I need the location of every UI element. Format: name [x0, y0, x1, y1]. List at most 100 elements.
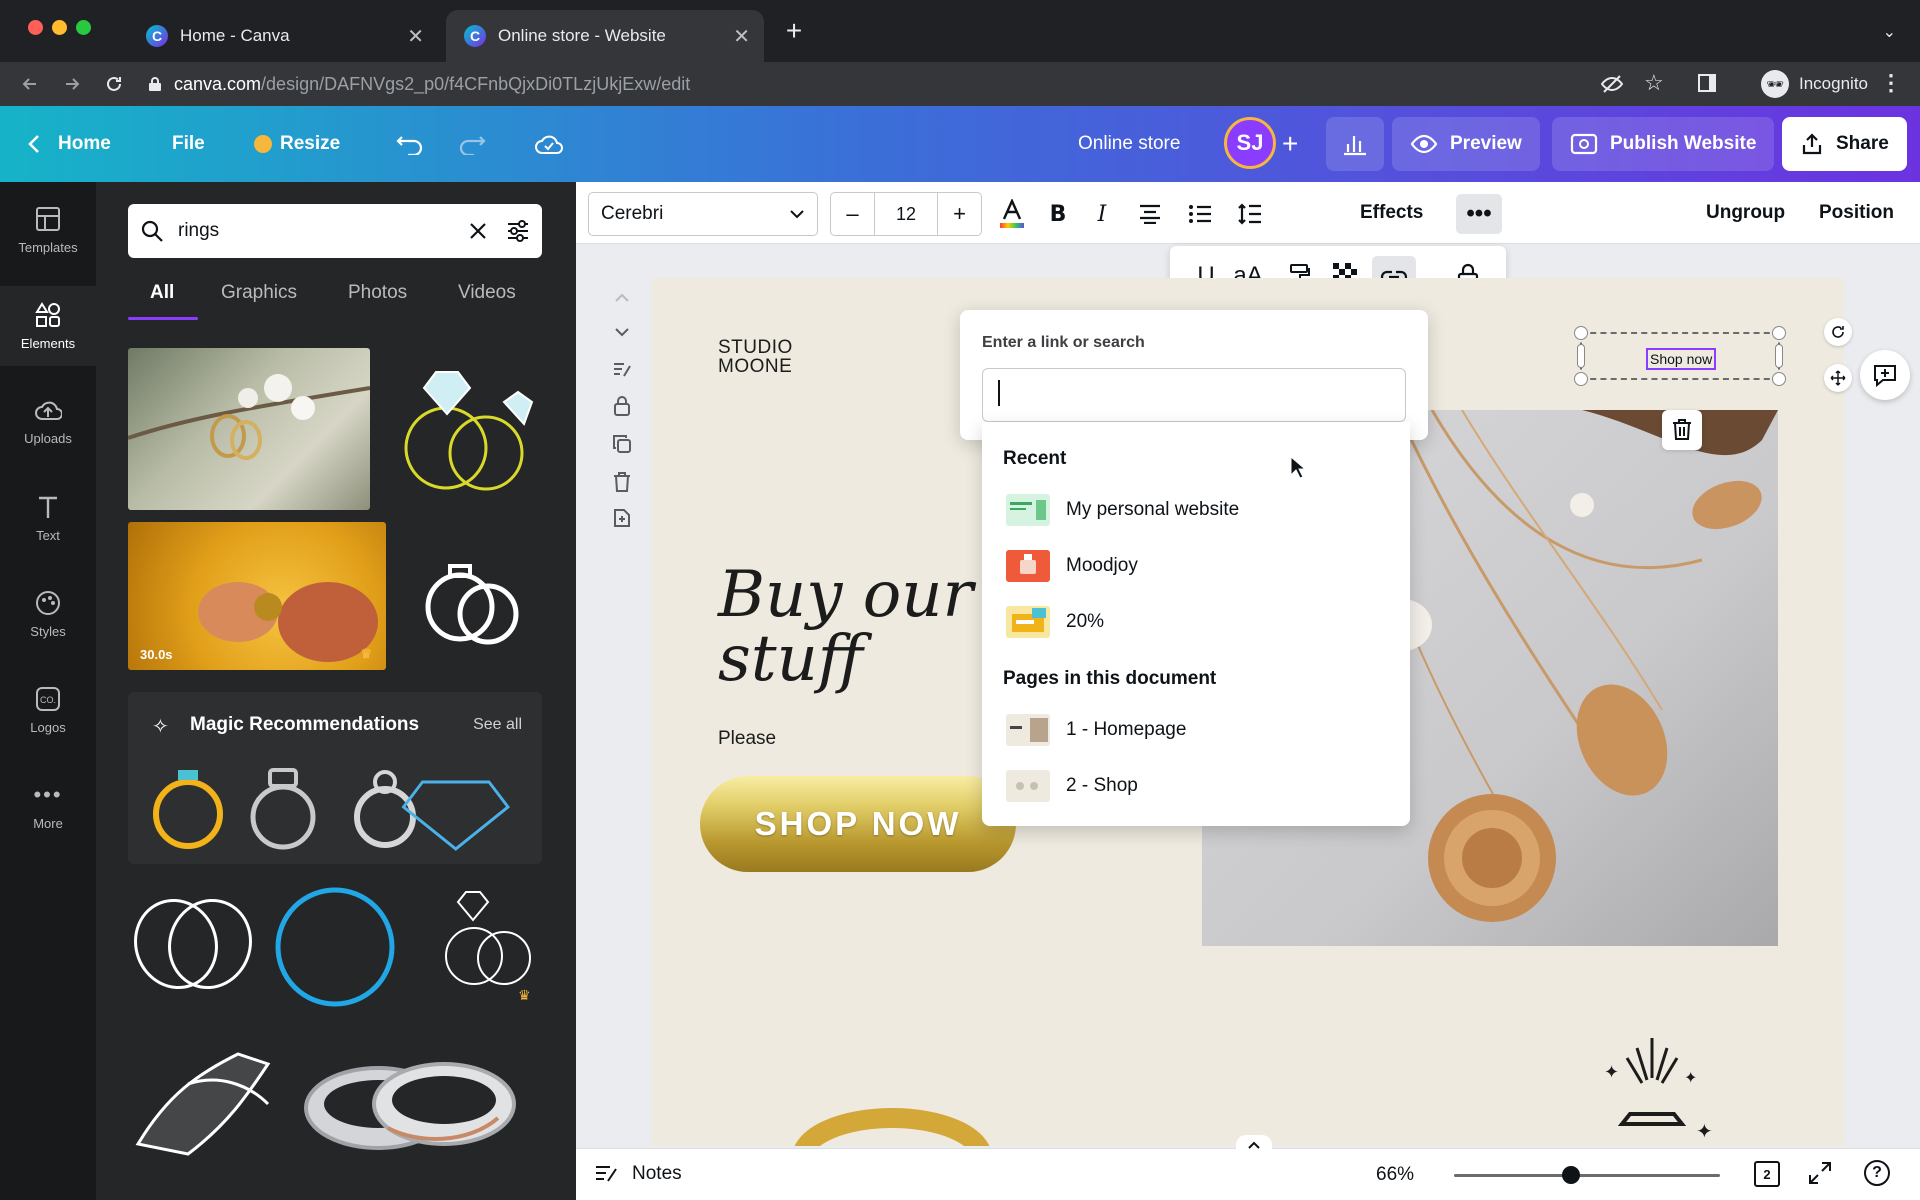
recommended-ring-graphics[interactable]: [148, 762, 528, 852]
home-button[interactable]: Home: [28, 106, 111, 182]
increase-font-size-button[interactable]: +: [937, 193, 981, 235]
tab-graphics[interactable]: Graphics: [221, 282, 297, 304]
star-icon[interactable]: ☆: [1644, 70, 1664, 96]
hands-with-rings-sketch[interactable]: [128, 1034, 284, 1162]
incognito-badge[interactable]: 🕶 Incognito: [1761, 68, 1868, 100]
see-all-link[interactable]: See all: [473, 716, 522, 734]
rail-item-logos[interactable]: CO. Logos: [0, 670, 96, 750]
blue-ring-graphic[interactable]: [272, 884, 398, 1010]
sparkle-diamond-rings-graphic[interactable]: ♛: [432, 882, 544, 1008]
share-button[interactable]: Share: [1782, 117, 1907, 171]
rotate-icon[interactable]: [1824, 318, 1852, 346]
reload-icon[interactable]: [100, 70, 128, 98]
rings-on-branch-photo[interactable]: [128, 348, 370, 510]
page-lock-icon[interactable]: [608, 392, 636, 420]
line-spacing-icon[interactable]: [1232, 196, 1268, 232]
zoom-level[interactable]: 66%: [1376, 1164, 1414, 1186]
chevron-up-icon[interactable]: [608, 284, 636, 312]
move-arrows-icon[interactable]: [1824, 364, 1852, 392]
back-arrow-icon[interactable]: [16, 70, 44, 98]
sparkling-diamond-graphic[interactable]: ✦ ✦ ✦: [1592, 1038, 1712, 1146]
delete-page-trash-icon[interactable]: [608, 468, 636, 496]
duplicate-page-icon[interactable]: [608, 430, 636, 458]
align-center-icon[interactable]: [1132, 196, 1168, 232]
resize-handle[interactable]: [1772, 372, 1786, 386]
eye-off-icon[interactable]: [1600, 72, 1624, 96]
list-item-page-homepage[interactable]: 1 - Homepage: [982, 704, 1410, 756]
url-field[interactable]: canva.com/design/DAFNVgs2_p0/f4CFnbQjxDi…: [148, 66, 1498, 102]
kebab-menu-icon[interactable]: ⋮: [1880, 70, 1902, 96]
cloud-saved-icon[interactable]: [534, 106, 564, 182]
list-item-recent-20-percent[interactable]: 20%: [982, 596, 1410, 648]
side-handle[interactable]: [1577, 344, 1585, 368]
close-icon[interactable]: ✕: [733, 24, 750, 49]
text-color-icon[interactable]: [994, 196, 1030, 232]
search-input[interactable]: rings: [178, 220, 468, 242]
clear-search-close-icon[interactable]: [468, 221, 488, 241]
rail-item-uploads[interactable]: Uploads: [0, 382, 96, 462]
preview-button[interactable]: Preview: [1392, 117, 1540, 171]
expand-pages-chevron-up-icon[interactable]: [1236, 1135, 1272, 1155]
close-icon[interactable]: ✕: [407, 24, 424, 49]
selected-link-text-box[interactable]: Shop now: [1574, 326, 1786, 386]
list-item-recent-personal-website[interactable]: My personal website: [982, 484, 1410, 536]
rail-item-templates[interactable]: Templates: [0, 190, 96, 270]
side-handle[interactable]: [1775, 344, 1783, 368]
zoom-slider[interactable]: [1454, 1174, 1720, 1177]
yellow-diamond-rings-graphic[interactable]: [386, 348, 542, 510]
publish-website-button[interactable]: Publish Website: [1552, 117, 1775, 171]
resize-handle[interactable]: [1574, 372, 1588, 386]
link-search-input[interactable]: [982, 368, 1406, 422]
document-title[interactable]: Online store: [1078, 106, 1180, 182]
undo-icon[interactable]: [396, 106, 424, 182]
page-notes-icon[interactable]: [608, 356, 636, 384]
list-item-recent-moodjoy[interactable]: Moodjoy: [982, 540, 1410, 592]
window-zoom-button[interactable]: [76, 20, 91, 35]
page-count-button[interactable]: 2: [1754, 1161, 1780, 1187]
forward-arrow-icon[interactable]: [58, 70, 86, 98]
browser-tab-home[interactable]: C Home - Canva ✕: [128, 10, 438, 62]
rail-item-text[interactable]: Text: [0, 478, 96, 558]
chevron-down-icon[interactable]: [608, 318, 636, 346]
decrease-font-size-button[interactable]: –: [831, 193, 875, 235]
plus-icon[interactable]: +: [780, 17, 808, 46]
file-menu-button[interactable]: File: [172, 106, 205, 182]
add-comment-icon[interactable]: [1860, 350, 1910, 400]
silver-wedding-bands-photo[interactable]: [298, 1048, 520, 1158]
fullscreen-expand-icon[interactable]: [1808, 1161, 1832, 1185]
rail-item-more[interactable]: ••• More: [0, 766, 96, 846]
position-button[interactable]: Position: [1819, 202, 1894, 224]
gold-ring-graphic[interactable]: [792, 1098, 992, 1146]
ring-video-thumbnail[interactable]: 30.0s ♛: [128, 522, 386, 670]
effects-button[interactable]: Effects: [1360, 202, 1423, 224]
insights-chart-icon[interactable]: [1326, 117, 1384, 171]
delete-element-trash-icon[interactable]: [1662, 410, 1702, 450]
tab-videos[interactable]: Videos: [458, 282, 516, 304]
help-question-icon[interactable]: ?: [1864, 1160, 1890, 1186]
add-page-icon[interactable]: [608, 504, 636, 532]
font-size-stepper[interactable]: – 12 +: [830, 192, 982, 236]
list-item-page-shop[interactable]: 2 - Shop: [982, 760, 1410, 812]
zoom-slider-knob[interactable]: [1562, 1166, 1581, 1184]
bold-icon[interactable]: B: [1040, 196, 1076, 232]
elements-search[interactable]: rings: [128, 204, 542, 258]
window-close-button[interactable]: [28, 20, 43, 35]
window-minimize-button[interactable]: [52, 20, 67, 35]
browser-tab-online-store[interactable]: C Online store - Website ✕: [446, 10, 764, 62]
bullet-list-icon[interactable]: [1182, 196, 1218, 232]
resize-button[interactable]: Resize: [254, 106, 340, 182]
resize-handle[interactable]: [1574, 326, 1588, 340]
rail-item-styles[interactable]: Styles: [0, 574, 96, 654]
headline-text[interactable]: Buy our stuff: [718, 563, 1018, 691]
shop-now-graphic-button[interactable]: SHOP NOW: [700, 776, 1016, 872]
resize-handle[interactable]: [1772, 326, 1786, 340]
sidebar-toggle-icon[interactable]: [1698, 74, 1716, 92]
tab-photos[interactable]: Photos: [348, 282, 407, 304]
brand-logo-text[interactable]: STUDIO MOONE: [718, 338, 793, 376]
notes-button[interactable]: Notes: [594, 1163, 682, 1185]
rail-item-elements[interactable]: Elements: [0, 286, 96, 366]
tab-search-chevron-icon[interactable]: ⌄: [1883, 22, 1896, 42]
add-collaborator-plus-icon[interactable]: +: [1282, 106, 1298, 182]
body-text[interactable]: Please: [718, 728, 776, 750]
ungroup-button[interactable]: Ungroup: [1706, 202, 1785, 224]
